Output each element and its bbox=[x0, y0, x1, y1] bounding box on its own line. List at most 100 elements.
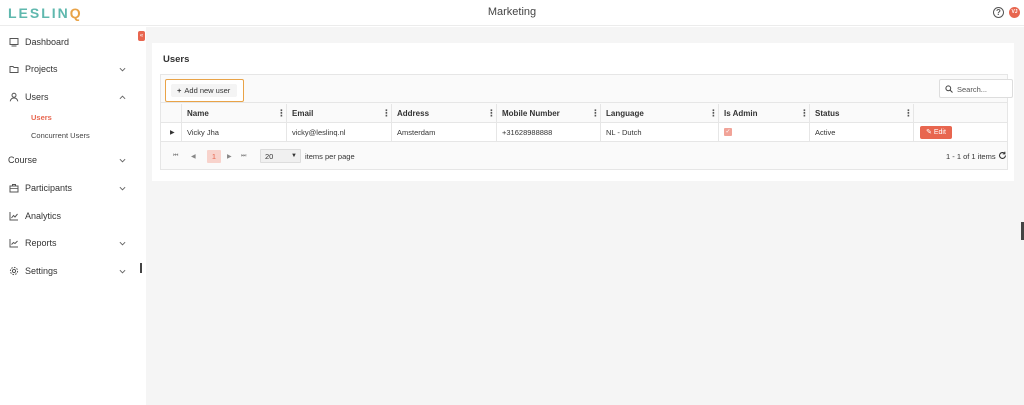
plus-icon: + bbox=[177, 86, 182, 95]
sidebar-item-course[interactable]: Course bbox=[0, 150, 134, 170]
column-menu-icon[interactable]: ⋮ bbox=[709, 109, 718, 118]
next-page-icon[interactable]: ▶ bbox=[227, 153, 232, 160]
sidebar-item-users[interactable]: Users bbox=[0, 87, 134, 107]
column-header-status[interactable]: Status ⋮ bbox=[810, 104, 914, 123]
cell-text: Amsterdam bbox=[397, 128, 436, 137]
chevron-down-icon bbox=[119, 158, 126, 162]
column-header-is-admin[interactable]: Is Admin ⋮ bbox=[719, 104, 810, 123]
table-row: ▶ Vicky Jha vicky@leslinq.nl Amsterdam +… bbox=[161, 123, 1007, 142]
column-header-language[interactable]: Language ⋮ bbox=[601, 104, 719, 123]
column-header-label: Status bbox=[815, 109, 840, 118]
avatar[interactable]: VJ bbox=[1009, 7, 1020, 18]
main-content: Users +Add new user Name ⋮ bbox=[146, 27, 1024, 405]
sidebar: Dashboard Projects Users Users Concurren… bbox=[0, 27, 140, 405]
column-header-label: Is Admin bbox=[724, 109, 758, 118]
column-header-label: Address bbox=[397, 109, 430, 118]
chevron-up-icon bbox=[119, 95, 126, 99]
grid-toolbar: + Add new user bbox=[161, 75, 1013, 103]
column-header-mobile-number[interactable]: Mobile Number ⋮ bbox=[497, 104, 601, 123]
column-header-name[interactable]: Name ⋮ bbox=[182, 104, 287, 123]
column-menu-icon[interactable]: ⋮ bbox=[591, 109, 600, 118]
first-page-icon[interactable]: ⏮ bbox=[173, 153, 178, 160]
expand-column-header bbox=[161, 104, 182, 123]
cell-mobile-number: +31628988888 bbox=[497, 123, 601, 142]
column-header-label: Mobile Number bbox=[502, 109, 560, 118]
users-grid: +Add new user Name ⋮ Email ⋮ bbox=[160, 74, 1013, 170]
sidebar-item-label: Reports bbox=[25, 238, 57, 248]
cell-text: Vicky Jha bbox=[187, 128, 219, 137]
cell-email: vicky@leslinq.nl bbox=[287, 123, 392, 142]
prev-page-icon[interactable]: ◀ bbox=[191, 153, 196, 160]
expand-row-icon[interactable]: ▶ bbox=[170, 129, 175, 136]
search-box bbox=[939, 79, 1013, 98]
chevron-down-icon bbox=[119, 186, 126, 190]
sidebar-item-settings[interactable]: Settings bbox=[0, 261, 134, 281]
add-user-label: Add new user bbox=[184, 86, 231, 95]
workspace-title: Marketing bbox=[487, 6, 537, 18]
sidebar-item-label: Dashboard bbox=[25, 37, 70, 47]
sidebar-subitem-concurrent-users[interactable]: Concurrent Users bbox=[31, 131, 90, 140]
chevron-down-icon bbox=[119, 67, 126, 71]
refresh-icon[interactable] bbox=[998, 151, 1007, 160]
sidebar-item-label: Settings bbox=[25, 266, 58, 276]
sidebar-item-label: Users bbox=[25, 92, 49, 102]
edit-label: Edit bbox=[933, 129, 946, 136]
sidebar-item-projects[interactable]: Projects bbox=[0, 59, 134, 79]
per-page-label: items per page bbox=[305, 152, 355, 161]
cell-text: +31628988888 bbox=[502, 128, 553, 137]
page-title: Users bbox=[163, 54, 190, 65]
caret-down-icon: ▼ bbox=[291, 153, 297, 159]
cell-text: NL - Dutch bbox=[606, 128, 642, 137]
cell-text: vicky@leslinq.nl bbox=[292, 128, 346, 137]
cell-status: Active bbox=[810, 123, 914, 142]
pencil-icon: ✎ bbox=[926, 129, 934, 136]
reports-icon bbox=[9, 239, 18, 248]
column-menu-icon[interactable]: ⋮ bbox=[904, 109, 913, 118]
expand-cell: ▶ bbox=[161, 123, 182, 142]
search-input[interactable] bbox=[957, 83, 1011, 95]
sidebar-item-reports[interactable]: Reports bbox=[0, 233, 134, 253]
pager-range-info: 1 - 1 of 1 items bbox=[946, 152, 996, 161]
cell-name: Vicky Jha bbox=[182, 123, 287, 142]
cell-language: NL - Dutch bbox=[601, 123, 719, 142]
cell-actions: ✎ Edit bbox=[914, 123, 1007, 142]
add-user-highlight: + Add new user bbox=[165, 79, 244, 102]
is-admin-checkbox: ✓ bbox=[724, 128, 732, 136]
column-menu-icon[interactable]: ⋮ bbox=[800, 109, 809, 118]
gear-icon bbox=[9, 266, 19, 276]
last-page-icon[interactable]: ⏭ bbox=[241, 153, 246, 160]
chevron-down-icon bbox=[119, 241, 126, 245]
folder-icon bbox=[9, 66, 19, 73]
column-header-label: Email bbox=[292, 109, 314, 118]
help-icon[interactable]: ? bbox=[993, 7, 1004, 18]
sidebar-item-label: Projects bbox=[25, 64, 58, 74]
add-user-button[interactable]: + Add new user bbox=[171, 84, 237, 97]
column-header-label: Language bbox=[606, 109, 644, 118]
table-header-row: Name ⋮ Email ⋮ Address ⋮ Mobile Number ⋮… bbox=[161, 104, 1007, 123]
column-menu-icon[interactable]: ⋮ bbox=[277, 109, 286, 118]
sidebar-subitem-users[interactable]: Users bbox=[31, 113, 52, 122]
search-icon bbox=[945, 85, 953, 93]
actions-column-header bbox=[914, 104, 1007, 123]
column-menu-icon[interactable]: ⋮ bbox=[382, 109, 391, 118]
participants-icon bbox=[9, 184, 19, 193]
column-header-address[interactable]: Address ⋮ bbox=[392, 104, 497, 123]
column-header-email[interactable]: Email ⋮ bbox=[287, 104, 392, 123]
current-page-button[interactable]: 1 bbox=[207, 150, 221, 163]
user-icon bbox=[9, 92, 19, 102]
per-page-select[interactable]: 20 ▼ bbox=[260, 149, 301, 163]
sidebar-item-label: Participants bbox=[25, 183, 73, 193]
sidebar-item-dashboard[interactable]: Dashboard bbox=[0, 32, 134, 52]
analytics-icon bbox=[9, 212, 18, 221]
users-card: Users +Add new user Name ⋮ bbox=[152, 43, 1014, 181]
column-header-label: Name bbox=[187, 109, 209, 118]
top-bar: LESLINQ Marketing ? VJ bbox=[0, 0, 1024, 26]
sidebar-item-label: Analytics bbox=[25, 211, 62, 221]
cell-text: Active bbox=[815, 128, 836, 137]
sidebar-item-analytics[interactable]: Analytics bbox=[0, 206, 134, 226]
sidebar-item-participants[interactable]: Participants bbox=[0, 178, 134, 198]
sidebar-collapse-button[interactable]: « bbox=[138, 31, 145, 41]
sidebar-resize-handle[interactable] bbox=[140, 263, 142, 273]
edit-button[interactable]: ✎ Edit bbox=[920, 126, 952, 139]
column-menu-icon[interactable]: ⋮ bbox=[487, 109, 496, 118]
